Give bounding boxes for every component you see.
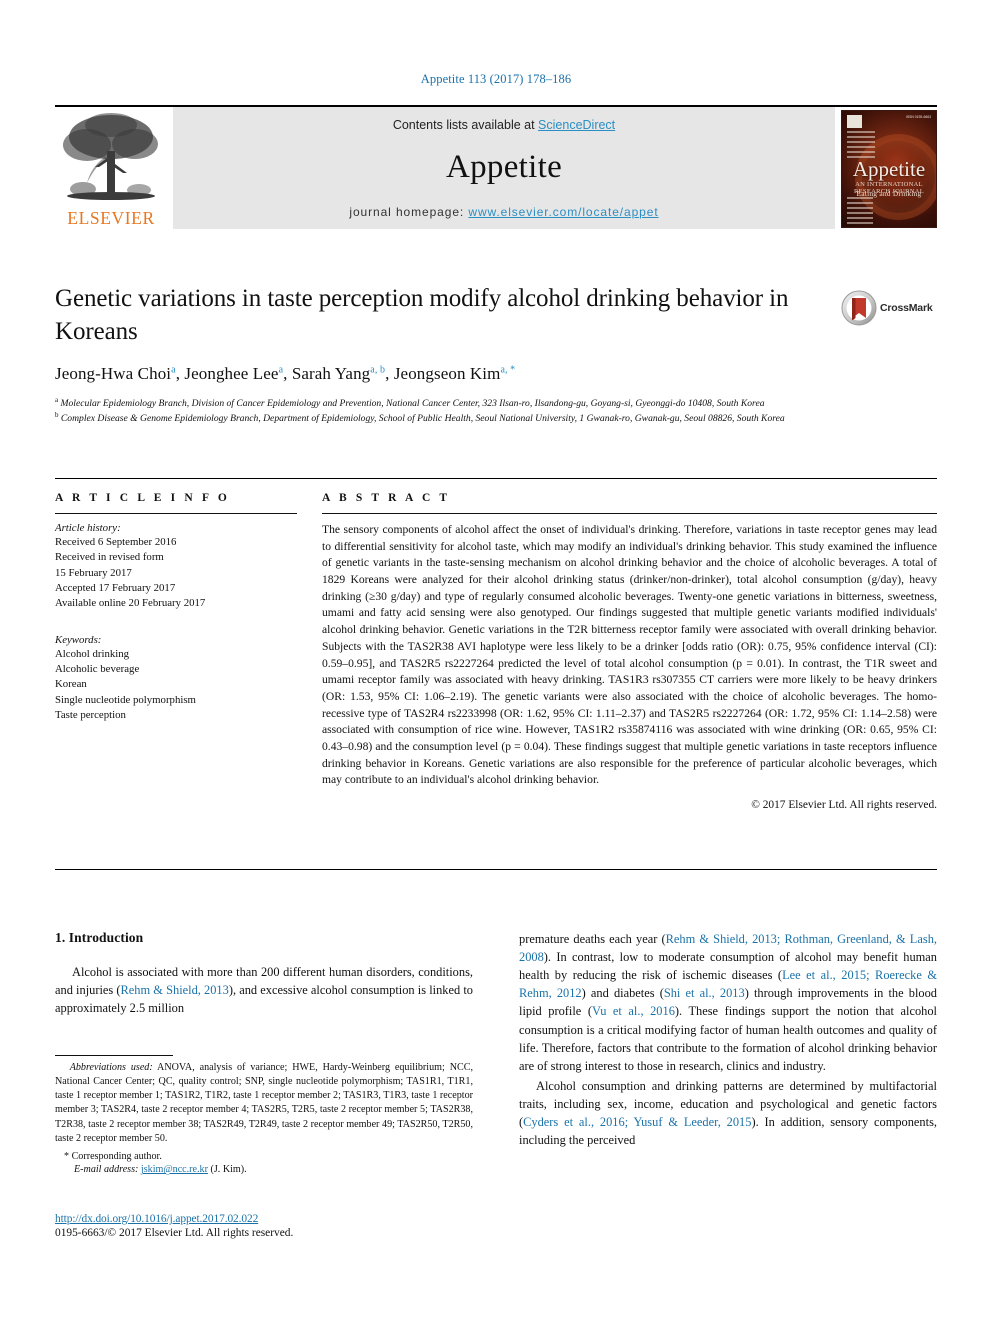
keywords-block: Keywords: Alcohol drinking Alcoholic bev… [55,634,297,724]
email-label: E-mail address: [74,1164,139,1176]
journal-homepage-link[interactable]: www.elsevier.com/locate/appet [468,205,658,219]
journal-title: Appetite [445,149,563,185]
affiliation-text: Molecular Epidemiology Branch, Division … [60,398,765,410]
crossmark-label: CrossMark [880,302,933,314]
keyword-item: Alcoholic beverage [55,662,140,675]
citation-link[interactable]: Rehm & Shield, 2013; Rothman, Greenland,… [519,932,937,964]
keyword-item: Taste perception [55,708,126,721]
cover-issue-code: ISSN 0195-6663 [905,115,931,119]
email-note: E-mail address: jskim@ncc.re.kr (J. Kim)… [55,1164,473,1175]
citation-link[interactable]: Cyders et al., 2016; Yusuf & Leeder, 201… [523,1115,751,1129]
article-info-column: A R T I C L E I N F O Article history: R… [55,492,297,723]
citation-link[interactable]: Rehm & Shield, 2013 [121,983,229,997]
email-author: (J. Kim). [210,1164,247,1176]
divider-above-abstract [55,478,937,479]
page-title: Genetic variations in taste perception m… [55,285,789,345]
masthead-center-panel: Contents lists available at ScienceDirec… [173,107,835,229]
citation-link[interactable]: Vu et al., 2016 [592,1004,675,1018]
homepage-prefix: journal homepage: [349,205,469,219]
corresponding-author-note: * Corresponding author. [64,1150,162,1162]
introduction-heading: 1. Introduction [55,930,144,945]
paper-page: Appetite 113 (2017) 178–186 ELSEVIER Con… [0,0,992,1323]
journal-masthead: ELSEVIER Contents lists available at Sci… [55,105,937,229]
abbreviations-label: Abbreviations used: [69,1062,153,1073]
contents-lists-line: Contents lists available at ScienceDirec… [393,118,615,132]
elsevier-wordmark: ELSEVIER [67,207,155,228]
abstract-column: A B S T R A C T The sensory components o… [322,492,937,811]
footnote-block: Abbreviations used: ANOVA, analysis of v… [55,1055,473,1175]
keyword-item: Alcohol drinking [55,647,130,660]
crossmark-badge[interactable]: CrossMark [841,288,937,328]
affiliation-text: Complex Disease & Genome Epidemiology Br… [60,412,785,424]
body-column-left: 1. Introduction Alcohol is associated wi… [55,930,473,1019]
article-history-item: Received in revised form [55,551,164,564]
article-info-heading: A R T I C L E I N F O [55,492,230,504]
contents-prefix: Contents lists available at [392,118,539,132]
divider-below-abstract [55,869,937,870]
abbreviations-text: ANOVA, analysis of variance; HWE, Hardy-… [55,1062,473,1144]
article-history-item: Received 6 September 2016 [55,536,177,548]
author-affil-mark: a, b [370,364,386,376]
keyword-item: Single nucleotide polymorphism [55,693,196,706]
author-name: Jeongseon Kim [393,364,501,383]
introduction-paragraph-right-2: Alcohol consumption and drinking pattern… [519,1078,937,1148]
cover-topbar: ISSN 0195-6663 [847,115,931,129]
issn-copyright-line: 0195-6663/© 2017 Elsevier Ltd. All right… [55,1227,294,1239]
author-affil-mark: a [278,364,284,376]
abstract-text: The sensory components of alcohol affect… [322,523,937,787]
affiliation-mark: b [55,410,59,419]
article-info-hairline [55,513,297,514]
introduction-paragraph-left: Alcohol is associated with more than 200… [55,965,473,1016]
keyword-item: Korean [55,678,87,691]
author-affil-mark: a, * [500,364,516,376]
article-history-item: 15 February 2017 [55,566,132,579]
cover-decor-lines-bottom [847,197,873,227]
author-name: Jeong-Hwa Choi [55,364,172,383]
email-link[interactable]: jskim@ncc.re.kr [141,1164,208,1175]
abbreviations-note: Abbreviations used: ANOVA, analysis of v… [55,1061,473,1146]
cover-elsevier-mark-icon [847,115,862,128]
author-name: Sarah Yang [291,364,371,383]
doi-link[interactable]: http://dx.doi.org/10.1016/j.appet.2017.0… [55,1213,485,1225]
author-list: Jeong-Hwa Choia, Jeonghee Leea, Sarah Ya… [55,364,516,383]
article-history-item: Accepted 17 February 2017 [55,581,176,594]
crossmark-icon [841,290,877,326]
journal-homepage-line: journal homepage: www.elsevier.com/locat… [349,205,658,219]
affiliation-mark: a [55,396,59,404]
elsevier-logo: ELSEVIER [55,107,167,229]
sciencedirect-link[interactable]: ScienceDirect [538,118,615,132]
footnote-divider [55,1055,173,1056]
abstract-heading: A B S T R A C T [322,492,451,504]
elsevier-tree-icon [63,113,158,200]
doi-footer: http://dx.doi.org/10.1016/j.appet.2017.0… [55,1213,485,1239]
article-history-label: Article history: [55,522,121,534]
abstract-copyright: © 2017 Elsevier Ltd. All rights reserved… [751,799,937,811]
affiliation-item: a Molecular Epidemiology Branch, Divisio… [55,396,940,411]
abstract-hairline [322,513,937,514]
body-column-right: premature deaths each year (Rehm & Shiel… [519,930,937,1151]
running-head: Appetite 113 (2017) 178–186 [420,72,572,86]
article-history-item: Available online 20 February 2017 [55,597,206,610]
journal-cover-thumbnail: ISSN 0195-6663 Appetite AN INTERNATIONAL… [841,110,937,228]
affiliation-list: a Molecular Epidemiology Branch, Divisio… [55,396,940,426]
introduction-paragraph-right-1: premature deaths each year (Rehm & Shiel… [519,932,937,1073]
keywords-label: Keywords: [55,633,102,646]
author-name: Jeonghee Lee [184,364,279,383]
affiliation-item: b Complex Disease & Genome Epidemiology … [55,411,940,426]
title-block: Genetic variations in taste perception m… [55,283,825,384]
citation-link[interactable]: Shi et al., 2013 [664,986,745,1000]
author-affil-mark: a [171,364,176,376]
cover-title: Appetite [852,157,926,181]
